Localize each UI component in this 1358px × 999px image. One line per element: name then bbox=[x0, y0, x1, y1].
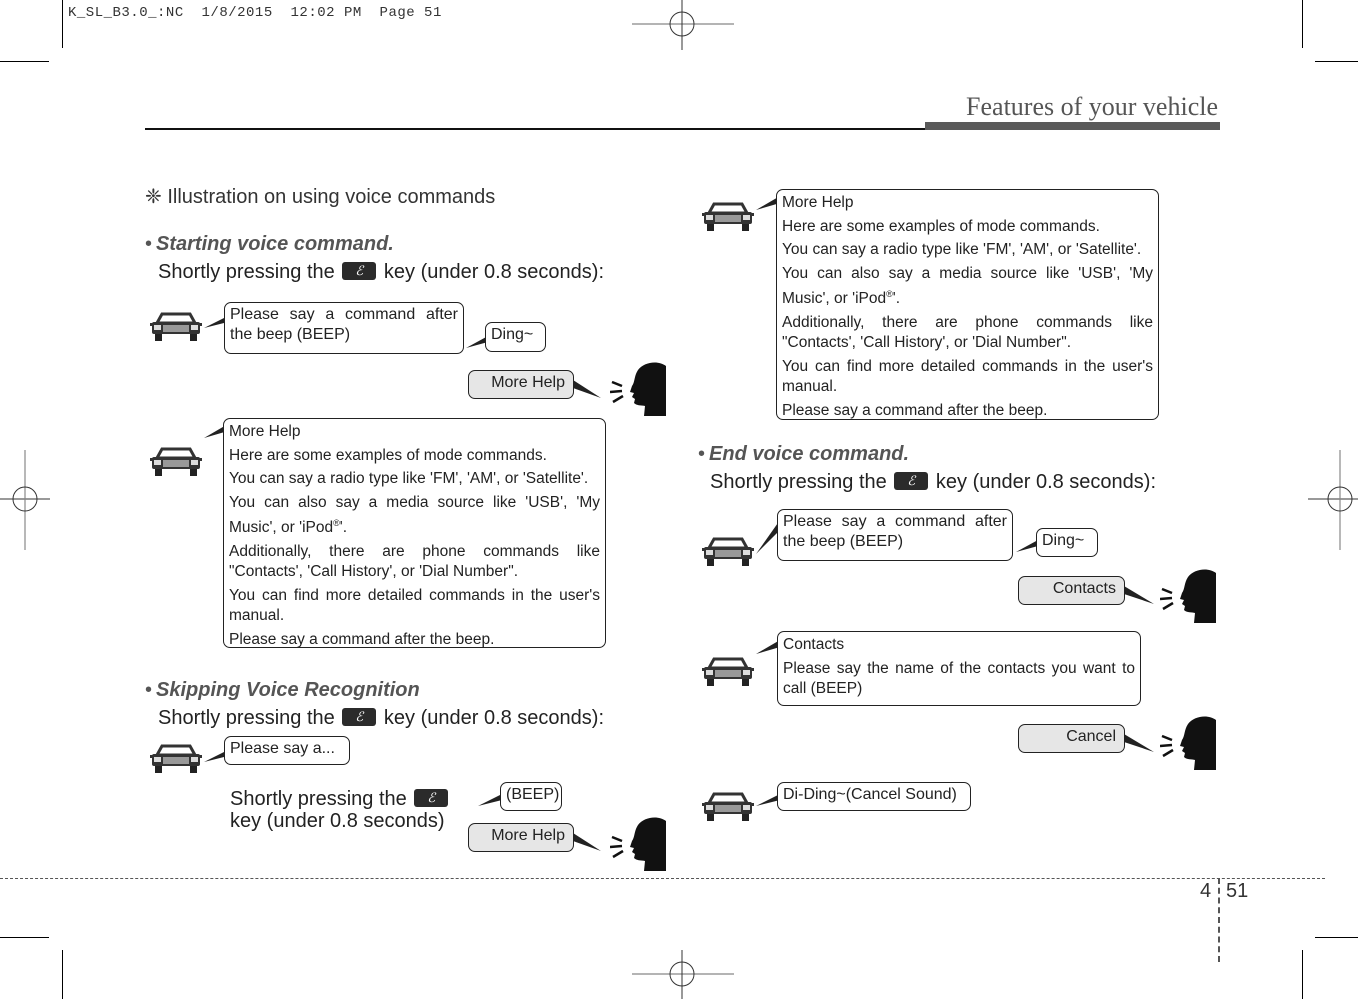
crop-mark bbox=[1302, 0, 1303, 48]
help-title: More Help bbox=[229, 423, 301, 440]
user-utterance-more-help: More Help bbox=[468, 370, 574, 399]
car-icon bbox=[150, 742, 202, 774]
car-icon bbox=[702, 790, 754, 822]
inner-instruction-skipping: Shortly pressing the ℰ key (under 0.8 se… bbox=[230, 788, 450, 832]
ding-bubble: Ding~ bbox=[485, 322, 546, 352]
footer-dashed-rule bbox=[0, 878, 1325, 879]
voice-key-icon: ℰ bbox=[342, 262, 377, 280]
car-icon bbox=[702, 535, 754, 567]
instruction-starting: Shortly pressing the ℰ key (under 0.8 se… bbox=[158, 261, 605, 283]
speaking-person-icon bbox=[1159, 569, 1216, 623]
more-help-response-bubble: More Help Here are some examples of mode… bbox=[223, 418, 606, 648]
bubble-tail bbox=[1124, 734, 1154, 752]
system-prompt-bubble: Please say a command after the beep (BEE… bbox=[777, 509, 1013, 561]
voice-key-icon: ℰ bbox=[342, 708, 377, 726]
ding-bubble: Ding~ bbox=[1036, 528, 1098, 557]
crop-mark bbox=[0, 61, 49, 62]
crop-mark bbox=[1315, 61, 1358, 62]
cancel-sound-bubble: Di-Ding~(Cancel Sound) bbox=[777, 782, 971, 811]
registration-mark-bottom bbox=[632, 950, 734, 999]
bubble-tail bbox=[573, 380, 601, 398]
car-icon bbox=[702, 200, 754, 232]
page-header-title: Features of your vehicle bbox=[966, 92, 1218, 121]
bubble-tail bbox=[478, 794, 502, 806]
instruction-end: Shortly pressing the ℰ key (under 0.8 se… bbox=[710, 471, 1157, 493]
section-heading-starting: • Starting voice command. bbox=[145, 233, 394, 255]
page-number: 51 bbox=[1226, 880, 1249, 902]
car-icon bbox=[150, 310, 202, 342]
intro-note: ❈ Illustration on using voice commands bbox=[145, 186, 496, 208]
header-bar bbox=[925, 122, 1220, 130]
section-heading-skipping: • Skipping Voice Recognition bbox=[145, 679, 420, 701]
contacts-title: Contacts bbox=[783, 636, 845, 653]
chapter-number: 4 bbox=[1200, 880, 1212, 902]
bubble-tail bbox=[573, 833, 601, 851]
speaking-person-icon bbox=[609, 362, 666, 416]
registration-mark-right bbox=[1308, 450, 1358, 550]
car-icon bbox=[702, 655, 754, 687]
bubble-tail bbox=[1124, 586, 1154, 604]
registration-mark-top bbox=[632, 0, 734, 50]
car-icon bbox=[150, 445, 202, 477]
help-title: More Help bbox=[782, 194, 854, 211]
system-prompt-bubble: Please say a command after the beep (BEE… bbox=[224, 302, 464, 354]
crop-mark bbox=[62, 950, 63, 999]
section-heading-end: • End voice command. bbox=[698, 443, 910, 465]
crop-mark bbox=[0, 937, 49, 938]
user-utterance-cancel: Cancel bbox=[1018, 724, 1125, 753]
user-utterance-contacts: Contacts bbox=[1018, 576, 1125, 605]
contacts-response-bubble: Contacts Please say the name of the cont… bbox=[777, 631, 1141, 706]
crop-mark bbox=[1302, 950, 1303, 999]
registration-mark-left bbox=[0, 450, 50, 550]
footer-dashed-divider bbox=[1218, 878, 1220, 962]
more-help-response-bubble: More Help Here are some examples of mode… bbox=[776, 189, 1159, 420]
voice-key-icon: ℰ bbox=[894, 472, 929, 490]
speaking-person-icon bbox=[609, 817, 666, 871]
beep-bubble: (BEEP) bbox=[500, 782, 562, 811]
instruction-skipping: Shortly pressing the ℰ key (under 0.8 se… bbox=[158, 707, 605, 729]
system-prompt-bubble: Please say a... bbox=[224, 736, 350, 765]
user-utterance-more-help: More Help bbox=[468, 823, 574, 852]
voice-key-icon: ℰ bbox=[414, 789, 449, 807]
crop-mark bbox=[62, 0, 63, 48]
crop-mark bbox=[1315, 937, 1358, 938]
header-rule bbox=[145, 128, 925, 130]
speaking-person-icon bbox=[1159, 716, 1216, 770]
bubble-tail bbox=[1016, 540, 1038, 552]
print-slug: K_SL_B3.0_:NC 1/8/2015 12:02 PM Page 51 bbox=[68, 5, 442, 21]
